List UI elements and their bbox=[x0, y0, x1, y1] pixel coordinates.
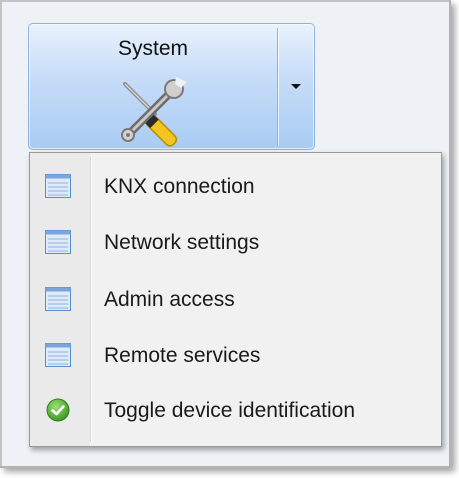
system-button-label: System bbox=[117, 37, 188, 60]
menu-item-label: KNX connection bbox=[104, 175, 255, 198]
menu-item-knx-connection[interactable]: KNX connection bbox=[32, 161, 437, 211]
menu-item-remote-services[interactable]: Remote services bbox=[32, 330, 437, 380]
system-menu: KNX connection Network settings Admin ac… bbox=[29, 152, 442, 447]
system-dropdown-button[interactable] bbox=[279, 24, 314, 149]
list-icon bbox=[45, 343, 71, 367]
list-icon bbox=[45, 287, 71, 311]
list-icon bbox=[45, 174, 71, 198]
window-border-left bbox=[0, 0, 2, 466]
chevron-down-icon bbox=[291, 84, 301, 89]
menu-item-label: Network settings bbox=[104, 231, 260, 254]
tools-icon bbox=[121, 77, 187, 147]
app-window: System KNX connection Network settings A… bbox=[0, 0, 451, 468]
check-circle-icon bbox=[46, 398, 70, 422]
menu-item-admin-access[interactable]: Admin access bbox=[32, 274, 437, 324]
menu-item-label: Remote services bbox=[104, 344, 261, 367]
window-border-top bbox=[0, 0, 449, 2]
menu-item-label: Admin access bbox=[104, 288, 235, 311]
system-button[interactable]: System bbox=[29, 24, 277, 149]
menu-item-network-settings[interactable]: Network settings bbox=[32, 217, 437, 267]
split-divider bbox=[277, 28, 278, 145]
menu-item-toggle-device-identification[interactable]: Toggle device identification bbox=[32, 385, 437, 435]
menu-item-label: Toggle device identification bbox=[104, 399, 355, 422]
system-split-button[interactable]: System bbox=[28, 23, 315, 150]
list-icon bbox=[45, 230, 71, 254]
